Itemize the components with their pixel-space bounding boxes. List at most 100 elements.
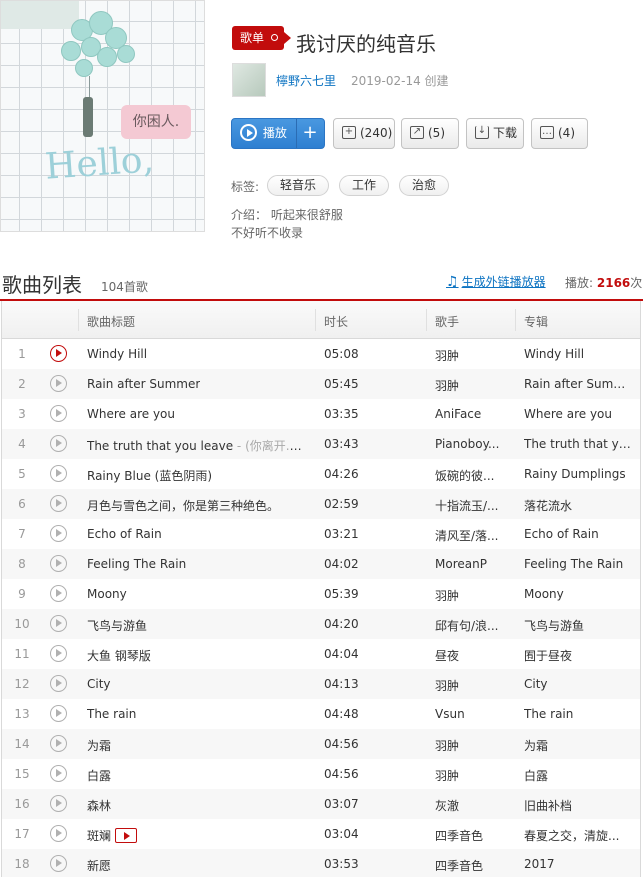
song-title-cell[interactable]: Rain after Summer (87, 377, 200, 391)
song-artist[interactable]: MoreanP (435, 557, 505, 571)
song-album[interactable]: Rain after Summer (524, 377, 636, 391)
table-row[interactable]: 5 Rainy Blue (蓝色阴雨) 04:26 饭碗的彼... Rainy Dump… (2, 459, 640, 489)
table-row[interactable]: 18 新愿 03:53 四季音色 2017 (2, 849, 640, 877)
song-artist[interactable]: 羽肿 (435, 767, 505, 784)
tag-healing[interactable]: 治愈 (399, 175, 449, 196)
row-play-icon[interactable] (50, 435, 67, 452)
song-artist[interactable]: 四季音色 (435, 857, 505, 874)
song-title-cell[interactable]: Echo of Rain (87, 527, 162, 541)
song-album[interactable]: Rainy Dumplings (524, 467, 636, 481)
song-album[interactable]: Moony (524, 587, 636, 601)
song-artist[interactable]: AniFace (435, 407, 505, 421)
song-artist[interactable]: 羽肿 (435, 347, 505, 364)
song-album[interactable]: 为霜 (524, 737, 636, 754)
song-title[interactable]: 白露 (87, 769, 111, 783)
song-artist[interactable]: 羽肿 (435, 587, 505, 604)
song-album[interactable]: Echo of Rain (524, 527, 636, 541)
row-play-icon[interactable] (50, 765, 67, 782)
row-play-icon[interactable] (50, 555, 67, 572)
row-play-icon[interactable] (50, 405, 67, 422)
download-button[interactable]: ↓ 下载 (466, 118, 524, 149)
song-artist[interactable]: 羽肿 (435, 377, 505, 394)
creator-name-link[interactable]: 檸野六七里 (276, 72, 336, 89)
song-title[interactable]: Moony (87, 587, 127, 601)
table-row[interactable]: 1 Windy Hill 05:08 羽肿 Windy Hill (2, 339, 640, 369)
song-title-cell[interactable]: Windy Hill (87, 347, 147, 361)
table-row[interactable]: 9 Moony 05:39 羽肿 Moony (2, 579, 640, 609)
row-play-icon[interactable] (50, 825, 67, 842)
table-row[interactable]: 7 Echo of Rain 03:21 清风至/落... Echo of Rain (2, 519, 640, 549)
creator-avatar[interactable] (232, 63, 266, 97)
song-title-cell[interactable]: 飞鸟与游鱼 (87, 617, 147, 634)
song-artist[interactable]: 灰澈 (435, 797, 505, 814)
song-artist[interactable]: 邱有句/浪... (435, 617, 505, 634)
row-play-icon[interactable] (50, 375, 67, 392)
song-album[interactable]: The truth that you... (524, 437, 636, 451)
song-album[interactable]: 旧曲补档 (524, 797, 636, 814)
song-title[interactable]: Rainy Blue (蓝色阴雨) (87, 469, 212, 483)
song-title-cell[interactable]: Where are you (87, 407, 175, 421)
song-title[interactable]: City (87, 677, 111, 691)
song-title-cell[interactable]: The truth that you leave - (你离开... (87, 437, 302, 454)
song-title-cell[interactable]: 大鱼 钢琴版 (87, 647, 151, 664)
song-title[interactable]: 月色与雪色之间，你是第三种绝色。 (87, 499, 279, 513)
song-title[interactable]: Feeling The Rain (87, 557, 186, 571)
song-artist[interactable]: 羽肿 (435, 737, 505, 754)
song-title[interactable]: 斑斓 (87, 829, 111, 843)
row-play-icon[interactable] (50, 735, 67, 752)
row-play-icon[interactable] (50, 465, 67, 482)
song-album[interactable]: 春夏之交，清旋... (524, 827, 636, 844)
song-artist[interactable]: 羽肿 (435, 677, 505, 694)
song-title[interactable]: Where are you (87, 407, 175, 421)
table-row[interactable]: 11 大鱼 钢琴版 04:04 昼夜 囿于昼夜 (2, 639, 640, 669)
table-row[interactable]: 14 为霜 04:56 羽肿 为霜 (2, 729, 640, 759)
table-row[interactable]: 8 Feeling The Rain 04:02 MoreanP Feeling The… (2, 549, 640, 579)
song-title-cell[interactable]: City (87, 677, 111, 691)
row-play-icon[interactable] (50, 855, 67, 872)
mv-icon[interactable] (115, 828, 138, 843)
row-play-icon[interactable] (50, 525, 67, 542)
row-play-icon[interactable] (50, 795, 67, 812)
table-row[interactable]: 13 The rain 04:48 Vsun The rain (2, 699, 640, 729)
song-album[interactable]: 落花流水 (524, 497, 636, 514)
tag-light-music[interactable]: 轻音乐 (267, 175, 329, 196)
row-play-icon[interactable] (50, 675, 67, 692)
song-album[interactable]: Where are you (524, 407, 636, 421)
table-row[interactable]: 10 飞鸟与游鱼 04:20 邱有句/浪... 飞鸟与游鱼 (2, 609, 640, 639)
song-album[interactable]: City (524, 677, 636, 691)
table-row[interactable]: 3 Where are you 03:35 AniFace Where are you (2, 399, 640, 429)
table-row[interactable]: 17 斑斓 03:04 四季音色 春夏之交，清旋... (2, 819, 640, 849)
song-title-cell[interactable]: 新愿 (87, 857, 111, 874)
song-title[interactable]: The truth that you leave (87, 439, 233, 453)
song-artist[interactable]: 饭碗的彼... (435, 467, 505, 484)
song-album[interactable]: 囿于昼夜 (524, 647, 636, 664)
table-row[interactable]: 16 森林 03:07 灰澈 旧曲补档 (2, 789, 640, 819)
song-artist[interactable]: Vsun (435, 707, 505, 721)
row-play-icon[interactable] (50, 495, 67, 512)
row-play-icon[interactable] (50, 585, 67, 602)
song-artist[interactable]: 十指流玉/... (435, 497, 505, 514)
row-play-icon[interactable] (50, 615, 67, 632)
song-title[interactable]: The rain (87, 707, 136, 721)
song-album[interactable]: Windy Hill (524, 347, 636, 361)
song-artist[interactable]: Pianoboy... (435, 437, 505, 451)
song-title-cell[interactable]: 白露 (87, 767, 111, 784)
table-row[interactable]: 15 白露 04:56 羽肿 白露 (2, 759, 640, 789)
row-play-icon[interactable] (50, 705, 67, 722)
song-title[interactable]: 为霜 (87, 739, 111, 753)
song-title-cell[interactable]: 斑斓 (87, 827, 138, 844)
song-title-cell[interactable]: Feeling The Rain (87, 557, 186, 571)
song-album[interactable]: 2017 (524, 857, 636, 871)
song-title[interactable]: 新愿 (87, 859, 111, 873)
tag-work[interactable]: 工作 (339, 175, 389, 196)
song-album[interactable]: 飞鸟与游鱼 (524, 617, 636, 634)
comment-button[interactable]: … (4) (531, 118, 588, 149)
song-title[interactable]: Echo of Rain (87, 527, 162, 541)
song-artist[interactable]: 昼夜 (435, 647, 505, 664)
song-title[interactable]: Windy Hill (87, 347, 147, 361)
play-button[interactable]: 播放 (232, 119, 297, 148)
song-title-cell[interactable]: The rain (87, 707, 136, 721)
song-artist[interactable]: 四季音色 (435, 827, 505, 844)
share-button[interactable]: ↗ (5) (401, 118, 459, 149)
song-title[interactable]: 大鱼 钢琴版 (87, 649, 151, 663)
